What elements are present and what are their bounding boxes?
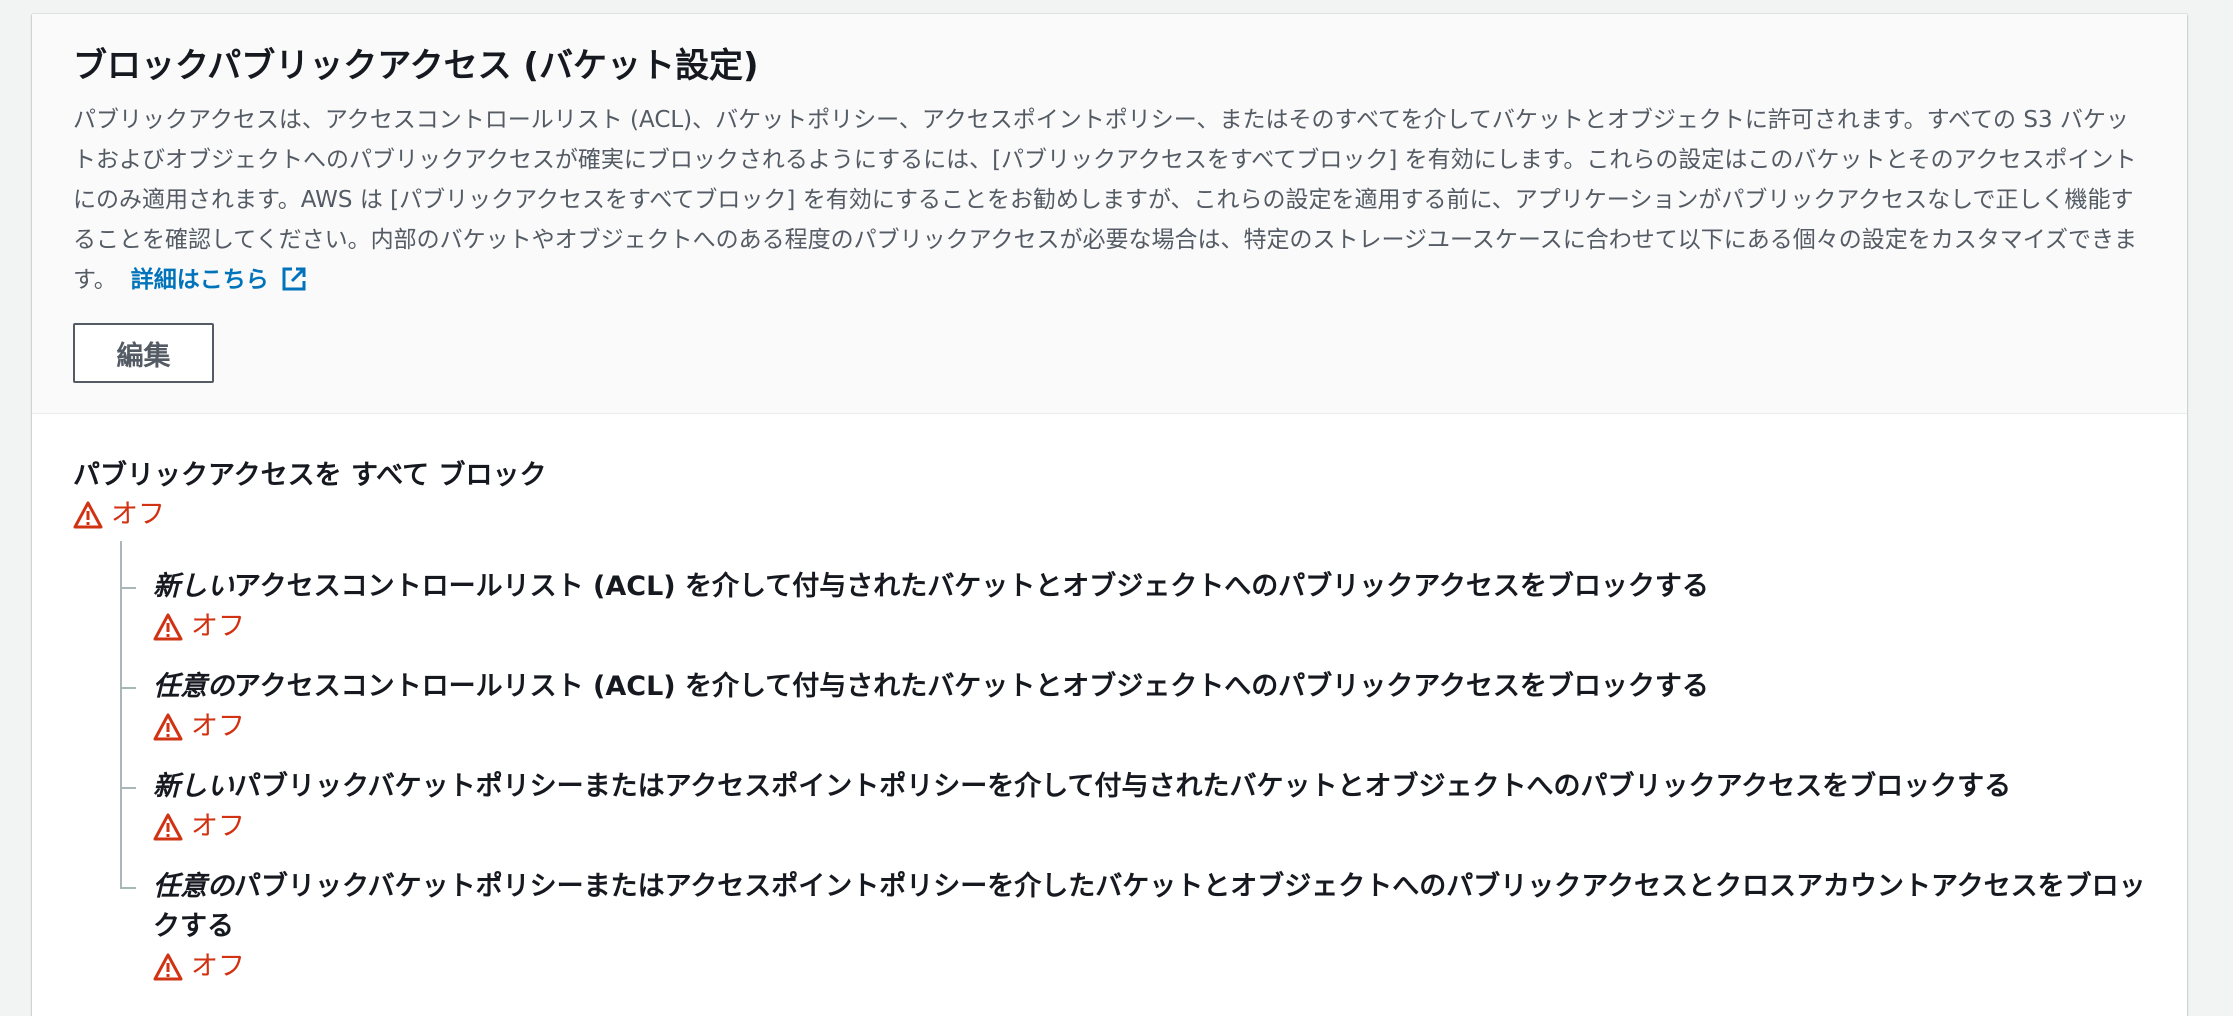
setting-any-acl: 任意のアクセスコントロールリスト (ACL) を介して付与されたバケットとオブジ… xyxy=(120,667,2170,747)
warning-icon xyxy=(153,813,183,841)
setting-new-bucket-policy: 新しいパブリックバケットポリシーまたはアクセスポイントポリシーを介して付与された… xyxy=(120,767,2170,847)
description-text: パブリックアクセスは、アクセスコントロールリスト (ACL)、バケットポリシー、… xyxy=(73,107,2138,293)
learn-more-label: 詳細はこちら xyxy=(130,267,269,293)
setting-status: オフ xyxy=(153,707,2170,747)
block-all-label: パブリックアクセスを すべて ブロック xyxy=(73,460,547,491)
setting-status: オフ xyxy=(153,807,2170,847)
external-link-icon xyxy=(282,267,306,291)
warning-icon xyxy=(153,713,183,741)
setting-label-text: アクセスコントロールリスト (ACL) を介して付与されたバケットとオブジェクト… xyxy=(234,671,1709,702)
edit-button[interactable]: 編集 xyxy=(73,323,214,383)
setting-new-acl: 新しいアクセスコントロールリスト (ACL) を介して付与されたバケットとオブジ… xyxy=(120,567,2170,647)
setting-label: 任意のパブリックバケットポリシーまたはアクセスポイントポリシーを介したバケットと… xyxy=(153,867,2170,947)
tree-branch xyxy=(120,787,136,789)
setting-status-text: オフ xyxy=(191,951,245,982)
setting-label-text: アクセスコントロールリスト (ACL) を介して付与されたバケットとオブジェクト… xyxy=(234,571,1709,602)
setting-status: オフ xyxy=(153,947,2170,987)
setting-any-bucket-policy: 任意のパブリックバケットポリシーまたはアクセスポイントポリシーを介したバケットと… xyxy=(120,867,2170,987)
setting-status-text: オフ xyxy=(191,811,245,842)
setting-label: 新しいアクセスコントロールリスト (ACL) を介して付与されたバケットとオブジ… xyxy=(153,567,2170,607)
tree-branch xyxy=(120,587,136,589)
tree-branch xyxy=(120,687,136,689)
warning-icon xyxy=(153,613,183,641)
warning-icon xyxy=(153,953,183,981)
warning-icon xyxy=(73,501,103,529)
setting-status-text: オフ xyxy=(191,711,245,742)
section-title: ブロックパブリックアクセス (バケット設定) xyxy=(73,46,759,86)
setting-status: オフ xyxy=(153,607,2170,647)
setting-label-text: パブリックバケットポリシーまたはアクセスポイントポリシーを介したバケットとオブジ… xyxy=(153,871,2146,942)
setting-emphasis: 任意の xyxy=(153,871,234,902)
setting-emphasis: 任意の xyxy=(153,671,234,702)
setting-label: 新しいパブリックバケットポリシーまたはアクセスポイントポリシーを介して付与された… xyxy=(153,767,2170,807)
setting-label-text: パブリックバケットポリシーまたはアクセスポイントポリシーを介して付与されたバケッ… xyxy=(234,771,2012,802)
block-all-setting: パブリックアクセスを すべて ブロック オフ xyxy=(73,457,2153,535)
learn-more-link[interactable]: 詳細はこちら xyxy=(131,267,307,293)
panel-header: ブロックパブリックアクセス (バケット設定) パブリックアクセスは、アクセスコン… xyxy=(32,14,2187,414)
setting-label: 任意のアクセスコントロールリスト (ACL) を介して付与されたバケットとオブジ… xyxy=(153,667,2170,707)
block-all-status-text: オフ xyxy=(111,499,165,530)
section-description: パブリックアクセスは、アクセスコントロールリスト (ACL)、バケットポリシー、… xyxy=(73,100,2143,300)
block-all-status: オフ xyxy=(73,495,2153,535)
tree-branch xyxy=(120,887,136,889)
setting-status-text: オフ xyxy=(191,611,245,642)
setting-emphasis: 新しい xyxy=(153,571,234,602)
setting-emphasis: 新しい xyxy=(153,771,234,802)
block-public-access-panel: ブロックパブリックアクセス (バケット設定) パブリックアクセスは、アクセスコン… xyxy=(32,14,2187,1016)
